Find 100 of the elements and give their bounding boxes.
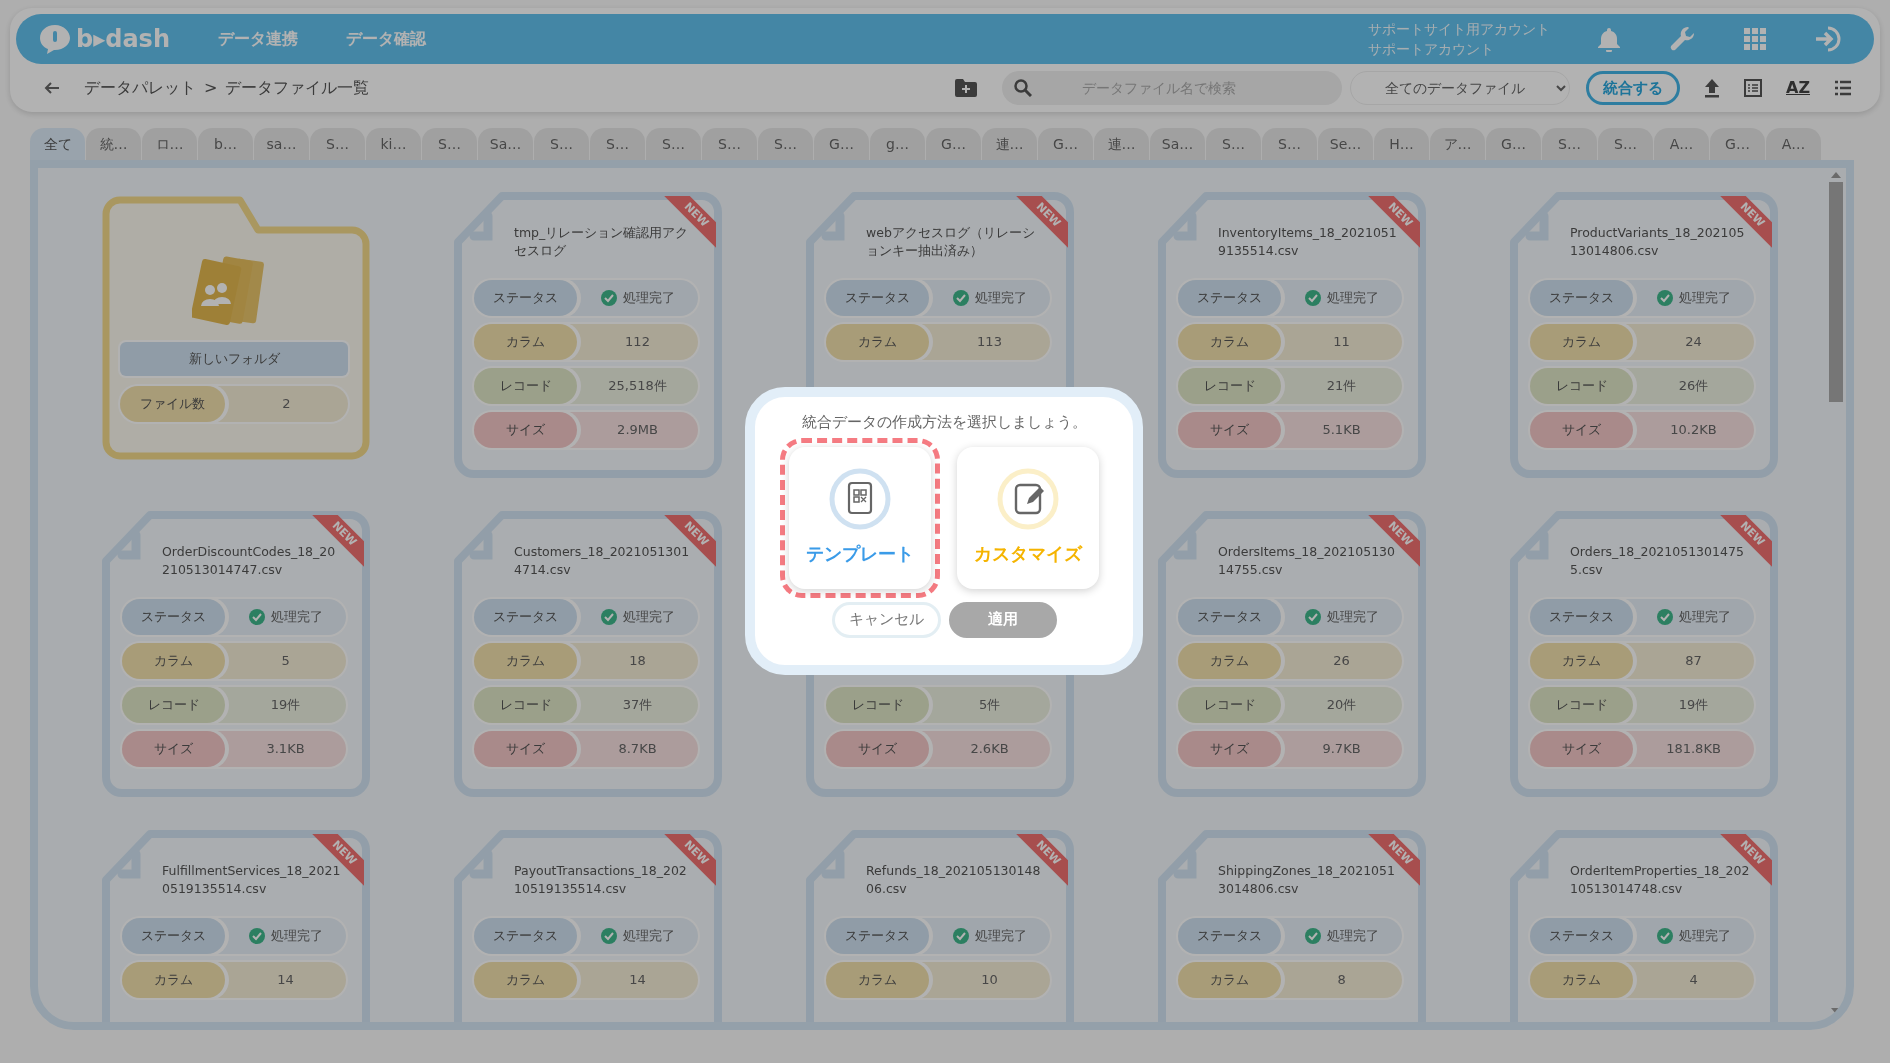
- filter-tab[interactable]: G…: [1710, 128, 1765, 160]
- filter-tab[interactable]: S…: [702, 128, 757, 160]
- filter-tab[interactable]: G…: [926, 128, 981, 160]
- stat-label: レコード: [474, 368, 578, 404]
- filter-tab[interactable]: S…: [590, 128, 645, 160]
- stat-value: 5: [281, 652, 290, 671]
- logo-icon: [38, 23, 72, 55]
- filter-tab[interactable]: A…: [1654, 128, 1709, 160]
- stat-value: 181.8KB: [1666, 740, 1721, 759]
- stat-label: ステータス: [1530, 599, 1634, 635]
- scrollbar-thumb[interactable]: [1829, 182, 1843, 402]
- stat-label: ステータス: [474, 918, 578, 954]
- stat-label: ステータス: [474, 280, 578, 316]
- stat-label: レコード: [1530, 368, 1634, 404]
- list-icon[interactable]: [1834, 80, 1852, 96]
- breadcrumb-link[interactable]: データパレット: [84, 76, 196, 100]
- stat-value: 2.9MB: [617, 421, 658, 440]
- filter-tab[interactable]: 統…: [86, 128, 141, 160]
- filter-tab[interactable]: g…: [870, 128, 925, 160]
- filter-tab[interactable]: G…: [1486, 128, 1541, 160]
- filter-tab[interactable]: G…: [814, 128, 869, 160]
- upload-icon[interactable]: [1704, 78, 1720, 98]
- stat-label: レコード: [1178, 368, 1282, 404]
- grid-icon[interactable]: [1744, 28, 1766, 50]
- stat-label: レコード: [474, 687, 578, 723]
- stat-label: ステータス: [826, 918, 930, 954]
- detail-list-icon[interactable]: [1744, 79, 1762, 97]
- dialog-prompt: 統合データの作成方法を選択しましょう。: [800, 412, 1088, 433]
- filter-tab[interactable]: S…: [758, 128, 813, 160]
- filter-tab[interactable]: S…: [1542, 128, 1597, 160]
- cancel-button[interactable]: キャンセル: [831, 601, 941, 638]
- filter-tab[interactable]: H…: [1374, 128, 1429, 160]
- filter-tab[interactable]: S…: [646, 128, 701, 160]
- stat-label: サイズ: [474, 731, 578, 767]
- check-circle-icon: [952, 290, 969, 306]
- stat-label: カラム: [826, 324, 930, 360]
- filter-tab[interactable]: S…: [1262, 128, 1317, 160]
- stat-value: 処理完了: [1678, 608, 1731, 627]
- stat-label: カラム: [474, 643, 578, 679]
- check-circle-icon: [1304, 609, 1321, 625]
- scroll-up-icon[interactable]: [1831, 172, 1841, 178]
- stat-value: 2: [282, 395, 291, 414]
- data-filter-select[interactable]: 全てのデータファイル: [1350, 71, 1570, 105]
- stat-label: レコード: [122, 687, 226, 723]
- stat-label: ステータス: [1530, 918, 1634, 954]
- stat-value: 処理完了: [622, 927, 675, 946]
- stat-label: サイズ: [1530, 731, 1634, 767]
- filter-tab[interactable]: 連…: [982, 128, 1037, 160]
- account-label: サポートサイト用アカウント: [1368, 20, 1550, 39]
- filter-tab[interactable]: S…: [422, 128, 477, 160]
- check-circle-icon: [1304, 290, 1321, 306]
- filter-tab[interactable]: ki…: [366, 128, 421, 160]
- nav-link[interactable]: データ連携: [218, 27, 298, 51]
- nav-link[interactable]: データ確認: [346, 27, 426, 51]
- filter-tab[interactable]: ア…: [1430, 128, 1485, 160]
- sort-toggle[interactable]: AZ: [1786, 76, 1810, 100]
- filter-tab[interactable]: G…: [1038, 128, 1093, 160]
- stat-label: サイズ: [826, 731, 930, 767]
- wrench-icon[interactable]: [1668, 25, 1696, 53]
- stat-label: カラム: [1178, 643, 1282, 679]
- filter-tab[interactable]: S…: [1206, 128, 1261, 160]
- folder-name: 新しいフォルダ: [120, 342, 348, 376]
- stat-value: 112: [625, 333, 650, 352]
- filter-tab[interactable]: Sa…: [478, 128, 533, 160]
- check-circle-icon: [1656, 928, 1673, 944]
- filter-tab[interactable]: 連…: [1094, 128, 1149, 160]
- filter-tab[interactable]: b…: [198, 128, 253, 160]
- stat-label: ステータス: [1178, 918, 1282, 954]
- stat-value: 処理完了: [270, 927, 323, 946]
- logo-text: b▸dash: [76, 24, 170, 55]
- stat-label: ファイル数: [120, 386, 225, 422]
- stat-value: 処理完了: [1326, 608, 1379, 627]
- stat-label: サイズ: [1530, 412, 1634, 448]
- pencil-note-icon: [997, 468, 1059, 530]
- check-circle-icon: [600, 609, 617, 625]
- bell-icon[interactable]: [1598, 26, 1620, 52]
- method-option[interactable]: テンプレート: [780, 437, 940, 598]
- filter-tab[interactable]: 全て: [30, 128, 85, 160]
- filter-tab[interactable]: A…: [1766, 128, 1821, 160]
- stat-label: レコード: [1178, 687, 1282, 723]
- search-icon: [1014, 79, 1032, 97]
- filter-tab[interactable]: Sa…: [1150, 128, 1205, 160]
- filter-tab[interactable]: ロ…: [142, 128, 197, 160]
- breadcrumb-separator: >: [204, 77, 218, 99]
- merge-button[interactable]: 統合する: [1586, 70, 1680, 106]
- stat-value: 26: [1333, 652, 1350, 671]
- back-arrow-icon[interactable]: [44, 81, 60, 95]
- stat-value: 26件: [1678, 377, 1709, 396]
- check-circle-icon: [1304, 928, 1321, 944]
- filter-tab[interactable]: S…: [310, 128, 365, 160]
- filter-tab[interactable]: Se…: [1318, 128, 1373, 160]
- check-circle-icon: [600, 928, 617, 944]
- stat-label: カラム: [1530, 962, 1634, 998]
- stat-value: 5.1KB: [1322, 421, 1361, 440]
- filter-tab[interactable]: sa…: [254, 128, 309, 160]
- filter-tab[interactable]: S…: [1598, 128, 1653, 160]
- stat-label: ステータス: [1530, 280, 1634, 316]
- folder-plus-icon[interactable]: [954, 78, 978, 98]
- stat-value: 11: [1333, 333, 1350, 352]
- filter-tab[interactable]: S…: [534, 128, 589, 160]
